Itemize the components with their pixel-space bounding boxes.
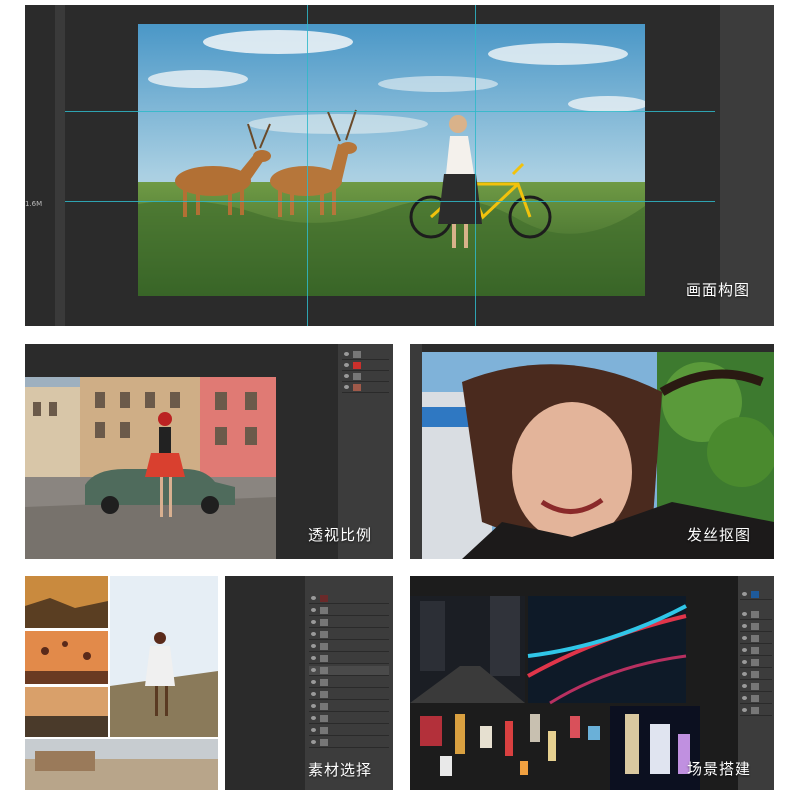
thumb-sunset-rocks: [25, 576, 108, 628]
layers-panel: [305, 576, 393, 790]
caption-composition: 画面构图: [686, 281, 751, 299]
zoom-readout: 1.6M: [25, 200, 43, 208]
thumb-dusk-field: [25, 687, 108, 737]
caption-perspective: 透视比例: [308, 526, 373, 544]
panel-hair: 发丝抠图: [410, 344, 774, 559]
panel-perspective: 透视比例: [25, 344, 393, 559]
toolbox-strip: [410, 344, 422, 559]
vertical-ruler: [55, 5, 65, 326]
thumb-woman-hill: [110, 576, 218, 737]
right-panel-strip: [720, 5, 774, 326]
caption-hair: 发丝抠图: [687, 526, 752, 544]
thumb-light-trails: [527, 596, 687, 705]
thumb-balloons: [25, 631, 108, 684]
thumb-castle-coast: [25, 739, 218, 790]
panel-materials: 素材选择: [25, 576, 393, 790]
panel-composition: 1.6M 画面构图: [25, 5, 774, 326]
canvas-night-city-scene: [410, 596, 700, 790]
caption-scene: 场景搭建: [687, 760, 752, 778]
canvas-photo-deer-bicycle: [138, 24, 645, 296]
material-thumbnails: [25, 576, 218, 790]
canvas-photo-street-car: [25, 377, 276, 559]
thumb-night-alley: [410, 596, 525, 703]
caption-materials: 素材选择: [308, 761, 373, 779]
panel-scene: 场景搭建: [410, 576, 774, 790]
neon-sign-cutouts: [420, 714, 600, 776]
